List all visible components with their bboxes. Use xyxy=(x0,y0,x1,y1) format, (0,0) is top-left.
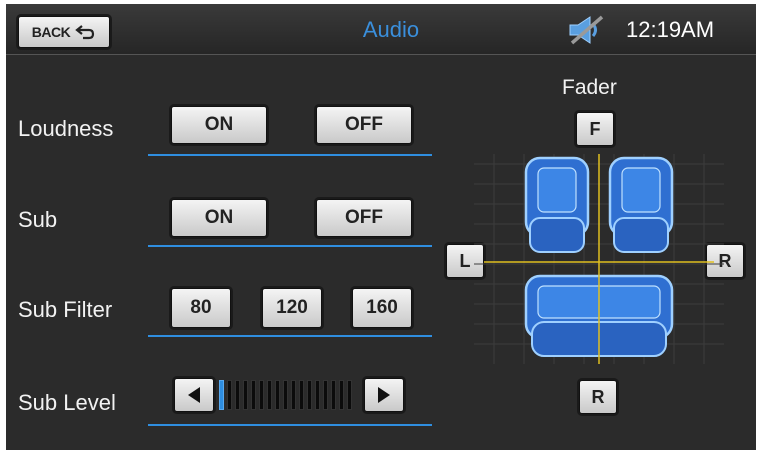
sub-off-button[interactable]: OFF xyxy=(316,199,412,237)
slider-segment xyxy=(347,380,352,410)
left-triangle-icon xyxy=(188,387,200,403)
slider-segment xyxy=(219,380,224,410)
clock: 12:19AM xyxy=(626,17,715,42)
sub-on-button[interactable]: ON xyxy=(171,199,267,237)
loudness-label: Loudness xyxy=(18,116,114,141)
sub-level-increase-button[interactable] xyxy=(364,378,404,412)
right-triangle-icon xyxy=(378,387,390,403)
sub-level-label: Sub Level xyxy=(18,390,116,415)
loudness-divider xyxy=(148,154,432,156)
top-bar: BACK Audio 12:19AM xyxy=(6,4,756,55)
sub-filter-80-button[interactable]: 80 xyxy=(171,288,231,328)
slider-segment xyxy=(227,380,232,410)
seat-diagram[interactable] xyxy=(454,144,744,374)
sub-level-divider xyxy=(148,424,432,426)
loudness-on-button[interactable]: ON xyxy=(171,106,267,144)
slider-segment xyxy=(299,380,304,410)
return-arrow-icon xyxy=(75,25,95,40)
sub-filter-label: Sub Filter xyxy=(18,297,113,322)
front-left-seat xyxy=(524,156,590,253)
slider-segment xyxy=(307,380,312,410)
front-right-seat xyxy=(608,156,674,253)
sub-level-slider[interactable] xyxy=(219,378,359,412)
fader-rear-button[interactable]: R xyxy=(579,380,617,414)
page-title: Audio xyxy=(362,17,420,42)
slider-segment xyxy=(291,380,296,410)
sub-divider xyxy=(148,245,432,247)
slider-segment xyxy=(243,380,248,410)
sub-level-decrease-button[interactable] xyxy=(174,378,214,412)
sub-filter-divider xyxy=(148,335,432,337)
audio-screen: BACK Audio 12:19AM Loudness ON OFF Sub O… xyxy=(6,4,756,450)
slider-segment xyxy=(323,380,328,410)
loudness-off-button[interactable]: OFF xyxy=(316,106,412,144)
back-button-label: BACK xyxy=(31,24,71,40)
speaker-muted-icon[interactable] xyxy=(566,15,608,45)
fader-label: Fader xyxy=(562,76,617,99)
slider-segment xyxy=(267,380,272,410)
slider-segment xyxy=(235,380,240,410)
slider-segment xyxy=(251,380,256,410)
slider-segment xyxy=(275,380,280,410)
fader-front-button[interactable]: F xyxy=(576,112,614,146)
sub-filter-160-button[interactable]: 160 xyxy=(352,288,412,328)
sub-filter-120-button[interactable]: 120 xyxy=(262,288,322,328)
back-button[interactable]: BACK xyxy=(18,16,110,48)
slider-segment xyxy=(283,380,288,410)
slider-segment xyxy=(331,380,336,410)
sub-label: Sub xyxy=(18,207,58,232)
slider-segment xyxy=(315,380,320,410)
slider-segment xyxy=(259,380,264,410)
slider-segment xyxy=(339,380,344,410)
